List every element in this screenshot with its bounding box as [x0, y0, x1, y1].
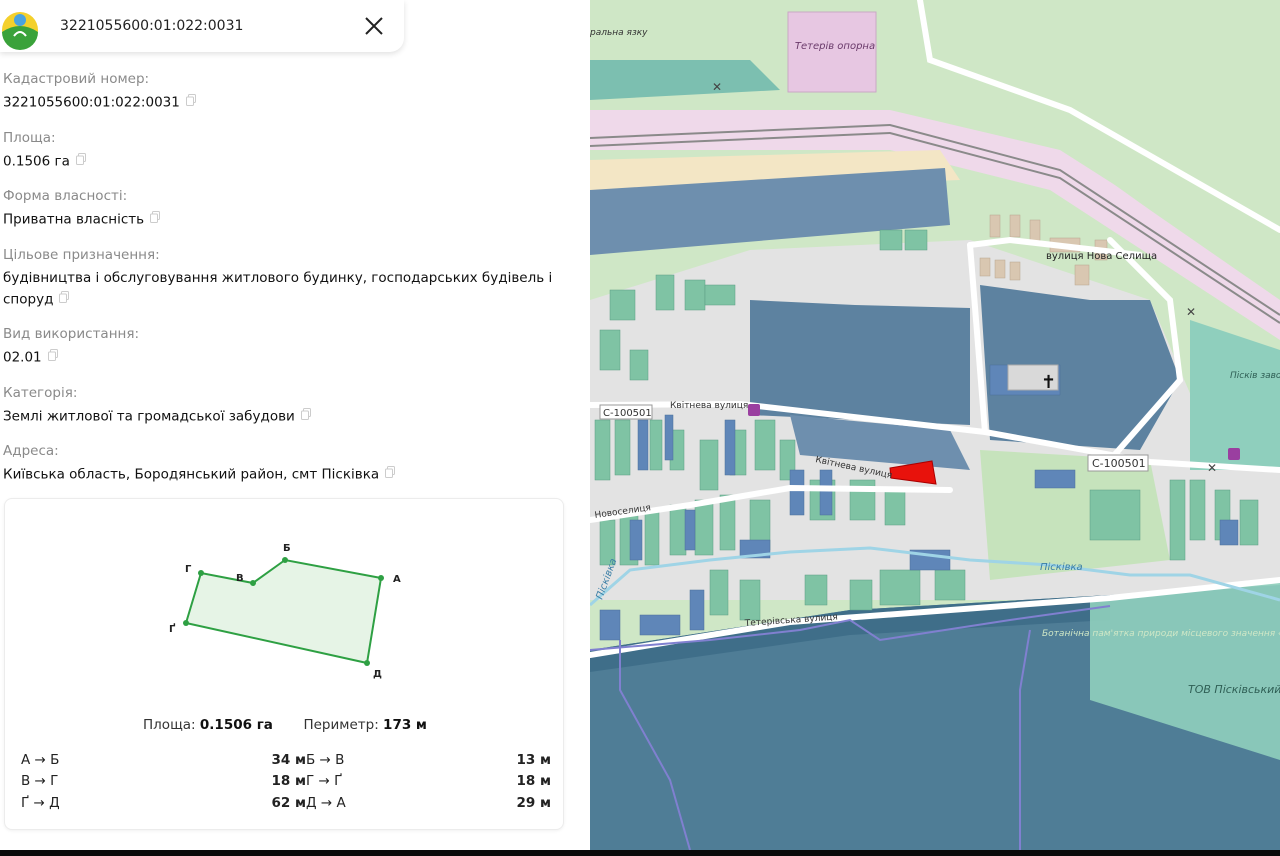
field-usage-type: Вид використання: 02.01 — [3, 325, 563, 369]
field-label: Категорія: — [3, 384, 78, 401]
segment-list: А → Б 34 м Б → В 13 м В → Г 18 м Г → Ґ 1… — [21, 749, 551, 814]
bus-stop-icon[interactable] — [1228, 448, 1240, 460]
map-label-road2: С-100501 — [1092, 457, 1146, 470]
segment-label: Г → Ґ — [306, 773, 343, 790]
segment-length: 18 м — [516, 773, 551, 790]
map-label-station: Тетерів опорна — [795, 40, 875, 52]
search-card: 3221055600:01:022:0031 — [0, 0, 404, 52]
map-canvas[interactable]: ✝ С-100501 С-100501 Тетерів опорна вулиц… — [590, 0, 1280, 850]
segment-label: Б → В — [306, 751, 345, 768]
copy-icon[interactable] — [385, 464, 396, 485]
vertex-a-label: А — [393, 574, 401, 585]
app-logo-icon — [0, 6, 40, 50]
map-label-street1: вулиця Нова Селища — [1046, 251, 1157, 262]
map-label-edge: ральна язку — [590, 28, 648, 38]
perimeter-value: 173 м — [383, 717, 427, 733]
field-value: Землі житлової та громадської забудови — [3, 408, 295, 424]
bus-stop-icon[interactable] — [748, 404, 760, 416]
segment-row: А → Б 34 м Б → В 13 м — [21, 749, 551, 771]
field-value: 0.1506 га — [3, 153, 70, 169]
vertex-b-marker — [282, 557, 288, 563]
field-ownership: Форма власності: Приватна власність — [3, 187, 563, 231]
plot-shape: А Б В Г Ґ Д — [169, 543, 401, 680]
map-label-reserve: Ботанічна пам'ятка природи місцевого зна… — [1042, 629, 1280, 639]
copy-icon[interactable] — [47, 347, 58, 368]
vertex-d-marker — [364, 660, 370, 666]
close-icon[interactable] — [358, 10, 390, 42]
vertex-v-label: В — [236, 573, 244, 584]
field-purpose: Цільове призначення: будівництва і обслу… — [3, 246, 563, 311]
search-input[interactable]: 3221055600:01:022:0031 — [60, 18, 358, 34]
level-crossing-icon: ✕ — [1207, 461, 1217, 475]
field-cadastral-number: Кадастровий номер: 3221055600:01:022:003… — [3, 70, 563, 114]
segment-row: В → Г 18 м Г → Ґ 18 м — [21, 771, 551, 793]
segment-length: 18 м — [271, 773, 306, 790]
vertex-d-label: Д — [373, 669, 382, 680]
level-crossing-icon: ✕ — [1186, 305, 1196, 319]
map-label-factory2: Пісків завод ск (ст майд — [1230, 371, 1280, 381]
plot-polygon — [184, 558, 383, 665]
segment-label: Д → А — [306, 794, 346, 811]
segment-label: Ґ → Д — [21, 794, 60, 811]
field-label: Вид використання: — [3, 326, 140, 342]
map-label-river1: Пісківка — [1040, 561, 1083, 573]
bottom-bar — [0, 850, 1280, 856]
map-label-factory: ТОВ Пісківський завод скловироб — [1188, 683, 1280, 696]
field-value: будівництва і обслуговування житлового б… — [3, 269, 553, 308]
vertex-gg-label: Ґ — [169, 622, 176, 635]
plot-shape-card: А Б В Г Ґ Д Площа: 0.1506 га Периметр: 1… — [4, 498, 564, 830]
segment-length: 34 м — [271, 751, 306, 768]
map-label-street2: Квітнева вулиця — [670, 401, 748, 411]
field-value: 3221055600:01:022:0031 — [3, 94, 180, 111]
map-view[interactable]: ✝ С-100501 С-100501 Тетерів опорна вулиц… — [590, 0, 1280, 850]
field-label: Адреса: — [3, 443, 59, 459]
plot-summary: Площа: 0.1506 га Периметр: 173 м — [5, 717, 565, 733]
field-value: Київська область, Бородянський район, см… — [3, 466, 380, 483]
field-category: Категорія: Землі житлової та громадської… — [3, 384, 563, 428]
copy-icon[interactable] — [300, 406, 311, 427]
field-area: Площа: 0.1506 га — [3, 129, 563, 173]
field-label: Кадастровий номер: — [3, 71, 150, 87]
area-value: 0.1506 га — [199, 717, 273, 733]
vertex-v-marker — [250, 580, 256, 586]
map-label-road1: С-100501 — [603, 408, 652, 419]
info-panel: 3221055600:01:022:0031 Кадастровий номер… — [0, 0, 590, 850]
field-address: Адреса: Київська область, Бородянський р… — [3, 442, 563, 486]
vertex-a-marker — [378, 575, 384, 581]
vertex-g-marker — [198, 570, 204, 576]
parcel-fields: Кадастровий номер: 3221055600:01:022:003… — [3, 70, 563, 501]
field-value: 02.01 — [3, 349, 42, 366]
segment-length: 29 м — [516, 794, 551, 811]
vertex-gg-marker — [183, 620, 189, 626]
copy-icon[interactable] — [75, 151, 86, 172]
segment-length: 62 м — [271, 794, 306, 811]
segment-length: 13 м — [516, 751, 551, 768]
field-value: Приватна власність — [3, 211, 145, 228]
segment-label: В → Г — [21, 773, 59, 790]
segment-label: А → Б — [21, 751, 60, 768]
field-label: Форма власності: — [3, 188, 128, 204]
church-icon: ✝ — [1041, 372, 1056, 393]
copy-icon[interactable] — [185, 92, 196, 113]
segment-row: Ґ → Д 62 м Д → А 29 м — [21, 792, 551, 814]
vertex-b-label: Б — [283, 543, 291, 554]
area-label: Площа: — [143, 717, 196, 733]
field-label: Площа: — [3, 129, 56, 146]
vertex-g-label: Г — [185, 564, 192, 575]
perimeter-label: Периметр: — [303, 717, 379, 733]
field-label: Цільове призначення: — [3, 246, 160, 263]
copy-icon[interactable] — [59, 289, 70, 310]
level-crossing-icon: ✕ — [712, 80, 722, 94]
copy-icon[interactable] — [150, 209, 161, 230]
